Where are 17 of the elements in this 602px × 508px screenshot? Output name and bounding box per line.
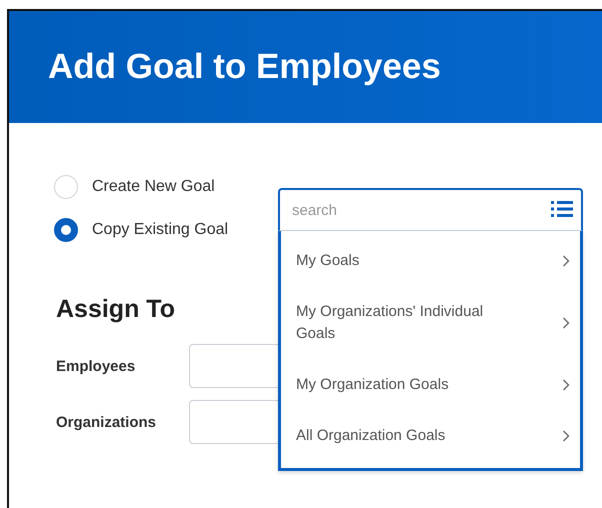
chevron-icon — [562, 430, 570, 442]
menu-item[interactable]: My Organizations' Individual Goals — [281, 300, 580, 345]
chevron-icon — [562, 316, 570, 329]
radio-label: Create New Goal — [92, 178, 215, 196]
field-label: Organizations — [55, 414, 158, 430]
menu-item[interactable]: My Goals — [281, 250, 580, 272]
menu-item[interactable]: All Organization Goals — [281, 425, 580, 448]
list-icon[interactable] — [551, 201, 573, 217]
field-label: Employees — [55, 358, 136, 374]
radio-label: Copy Existing Goal — [92, 220, 228, 238]
menu-item[interactable]: My Organization Goals — [281, 374, 580, 396]
chevron-icon — [562, 379, 570, 392]
radio-button[interactable] — [54, 218, 78, 242]
section-heading: Assign To — [56, 295, 175, 324]
search-field[interactable]: search — [278, 188, 583, 231]
chevron-icon — [562, 254, 570, 267]
page-title: Add Goal to Employees — [48, 47, 441, 87]
